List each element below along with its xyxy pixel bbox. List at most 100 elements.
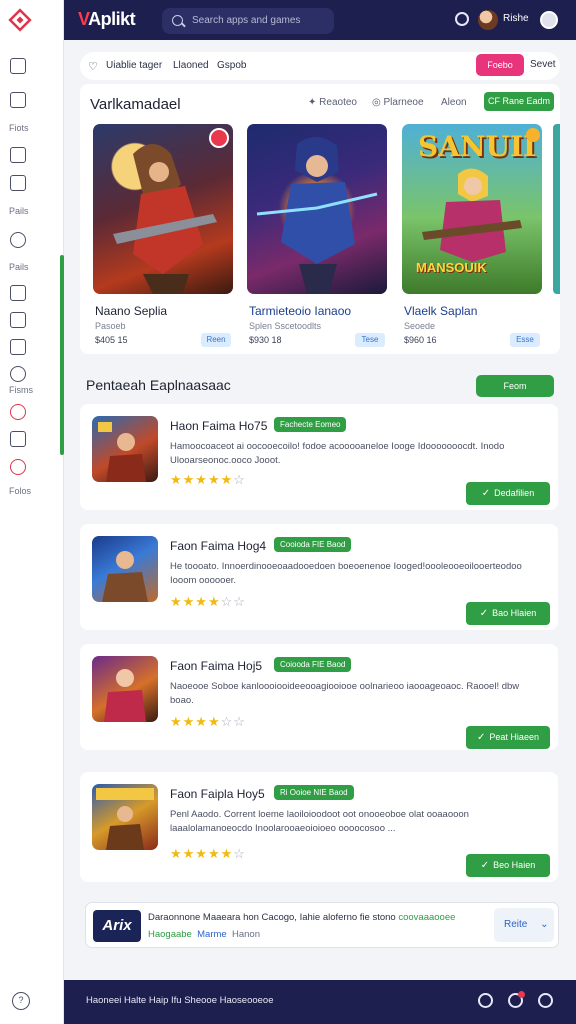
card-title: Naano Seplia — [95, 304, 168, 318]
brand-logo-icon[interactable] — [8, 8, 32, 32]
item-title: Haon Faima Ho75 — [170, 419, 268, 433]
card-art-subtitle: MANSOUIK — [416, 260, 487, 275]
alert-icon[interactable] — [10, 404, 26, 420]
featured-card[interactable]: Naano Seplia Pasoeb $405 15 Reen — [93, 124, 233, 347]
list-item[interactable]: Faon Faipla Hoy5 Ri Ooioe NIE Baod Penl … — [80, 772, 558, 882]
filter-item-2[interactable]: Llaoned — [173, 60, 209, 71]
section-title: Pentaeah Eaplnaasaac — [86, 377, 231, 393]
grid-icon[interactable] — [10, 312, 26, 328]
check-icon: ✓ — [479, 608, 489, 619]
card-subtitle: Pasoeb — [95, 321, 126, 331]
profile-icon[interactable] — [538, 993, 553, 1008]
item-badge: Ri Ooioe NIE Baod — [274, 785, 354, 800]
item-thumbnail — [92, 416, 158, 482]
search-input[interactable]: Search apps and games — [162, 8, 334, 34]
sidebar-label-2: Pails — [9, 206, 29, 216]
item-title: Faon Faipla Hoy5 — [170, 787, 265, 801]
item-description: He toooato. Innoerdinooeoaadooedoen boeo… — [170, 561, 522, 586]
card-tag[interactable]: Esse — [510, 333, 540, 347]
footer-bar: Haoneei Halte Haip Ifu Sheooe Haoseooeoe — [64, 980, 576, 1024]
card-price: $405 15 — [95, 335, 128, 345]
search-placeholder: Search apps and games — [192, 15, 301, 26]
sidebar-label-3: Pails — [9, 262, 29, 272]
card-subtitle: Splen Sscetoodlts — [249, 321, 322, 331]
left-rail: Fiots Pails Pails Fisms Folos ? — [0, 0, 64, 1024]
rating-stars: ★★★★☆☆ — [170, 594, 246, 609]
sidebar-label-1: Fiots — [9, 123, 29, 133]
card-title: Tarmieteoio Ianaoo — [249, 304, 352, 318]
item-thumbnail — [92, 656, 158, 722]
edit-icon[interactable] — [10, 431, 26, 447]
list-item[interactable]: Faon Faima Hoj5 Coiooda FIE Baod Naoeooe… — [80, 644, 558, 750]
list-icon[interactable] — [10, 339, 26, 355]
list-item[interactable]: Haon Faima Ho75 Fachecte Eomeo Hamoocoac… — [80, 404, 558, 510]
card-artwork: SANUII MANSOUIK — [402, 124, 542, 294]
chart-icon[interactable] — [10, 147, 26, 163]
check-icon: ✓ — [480, 860, 490, 871]
window-icon[interactable] — [10, 92, 26, 108]
save-link[interactable]: Sevet — [530, 59, 556, 70]
image-icon[interactable] — [10, 285, 26, 301]
rating-stars: ★★★★★☆ — [170, 846, 246, 861]
item-badge: Fachecte Eomeo — [274, 417, 347, 432]
item-title: Faon Faima Hog4 — [170, 539, 267, 553]
card-artwork — [247, 124, 387, 294]
settings-icon[interactable] — [540, 11, 558, 29]
control-refresh[interactable]: ✦ Reaoteo — [308, 97, 357, 108]
heart-icon[interactable] — [10, 232, 26, 248]
card-artwork — [93, 124, 233, 294]
item-action-button[interactable]: ✓ Beo Haien — [466, 854, 550, 877]
featured-card[interactable]: Tarmieteoio Ianaoo Splen Sscetoodlts $93… — [247, 124, 387, 347]
heart-outline-icon[interactable]: ♡ — [88, 60, 98, 73]
notification-icon[interactable] — [10, 459, 26, 475]
top-bar: VAplikt Search apps and games Rishe — [64, 0, 576, 40]
featured-action-button[interactable]: CF Rane Eadm — [484, 92, 554, 111]
item-badge: Cooioda FIE Baod — [274, 537, 352, 552]
footer-links[interactable]: Haoneei Halte Haip Ifu Sheooe Haoseooeoe — [86, 995, 274, 1006]
item-description: Naoeooe Soboe kanloooiooideeooagiooiooe … — [170, 681, 520, 706]
control-filter[interactable]: Aleon — [441, 97, 467, 108]
list-item[interactable]: Faon Faima Hog4 Cooioda FIE Baod He tooo… — [80, 524, 558, 630]
help-icon[interactable]: ? — [12, 992, 30, 1010]
calendar-icon[interactable] — [10, 175, 26, 191]
tag-icon[interactable] — [10, 366, 26, 382]
item-action-button[interactable]: ✓ Dedafilien — [466, 482, 550, 505]
promo-dropdown[interactable]: Reite ⌄ — [494, 908, 554, 942]
avatar[interactable] — [478, 10, 498, 30]
featured-card[interactable]: SANUII MANSOUIK Vlaelk Saplan Seoede $96… — [402, 124, 542, 347]
home-icon[interactable] — [10, 58, 26, 74]
rating-stars: ★★★★★☆ — [170, 472, 246, 487]
card-tag[interactable]: Tese — [355, 333, 385, 347]
sidebar-label-5: Folos — [9, 486, 32, 496]
sidebar-label-4: Fisms — [9, 385, 33, 395]
filter-item-1[interactable]: Uiablie tager — [106, 60, 162, 71]
next-card-peek[interactable] — [553, 124, 560, 294]
item-description: Hamoocoaceot ai oocooecoilo! fodoe acooo… — [170, 441, 505, 466]
item-badge: Coiooda FIE Baod — [274, 657, 352, 672]
coin-badge-icon — [526, 128, 540, 142]
status-icon[interactable] — [455, 12, 469, 26]
item-title: Faon Faima Hoj5 — [170, 659, 263, 673]
sidebar-scrollbar[interactable] — [60, 255, 64, 455]
item-action-button[interactable]: ✓ Bao Hlaien — [466, 602, 550, 625]
card-subtitle: Seoede — [404, 321, 436, 331]
control-plan[interactable]: ◎ Plarneoe — [372, 97, 424, 108]
download-icon[interactable] — [478, 993, 493, 1008]
item-action-button[interactable]: ✓ Peat Hiaeen — [466, 726, 550, 749]
notification-dot — [518, 991, 525, 998]
follow-button[interactable]: Foebo — [476, 54, 524, 76]
search-icon — [172, 15, 183, 26]
filter-item-3[interactable]: Gspob — [217, 60, 246, 71]
featured-title: Varlkamadael — [90, 96, 181, 113]
card-price: $930 18 — [249, 335, 282, 345]
card-tag[interactable]: Reen — [201, 333, 231, 347]
hot-badge-icon — [209, 128, 229, 148]
section-button[interactable]: Feom — [476, 375, 554, 397]
featured-panel: Varlkamadael ✦ Reaoteo ◎ Plarneoe Aleon … — [80, 84, 560, 354]
promo-banner[interactable]: Arix Daraonnone Maaeara hon Cacogo, Iahi… — [85, 902, 559, 948]
rating-stars: ★★★★☆☆ — [170, 714, 246, 729]
user-name[interactable]: Rishe — [503, 13, 529, 24]
promo-text: Daraonnone Maaeara hon Cacogo, Iahie alo… — [148, 912, 456, 923]
brand-name[interactable]: VAplikt — [78, 9, 136, 30]
promo-logo: Arix — [93, 910, 141, 942]
